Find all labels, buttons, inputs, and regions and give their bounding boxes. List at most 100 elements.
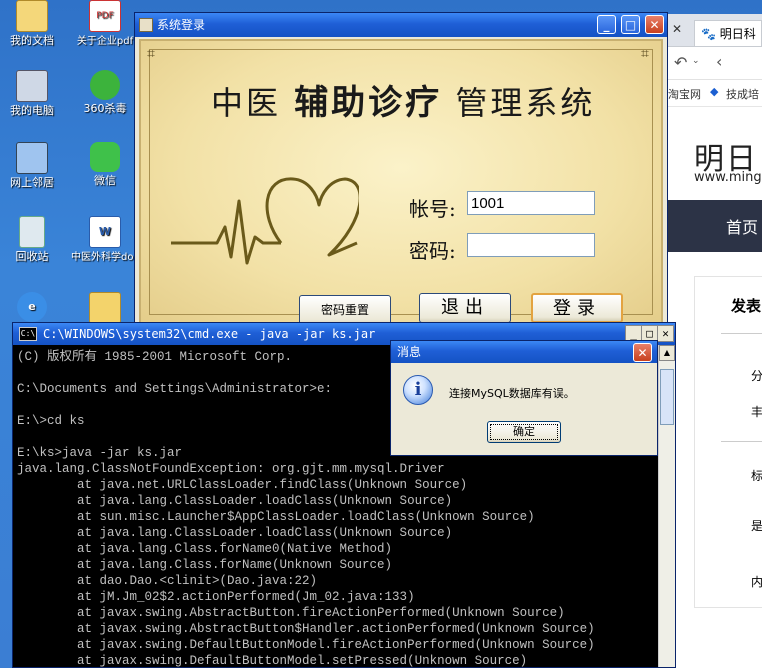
my-documents-icon [16, 0, 48, 32]
console-line: at sun.misc.Launcher$AppClassLoader.load… [17, 510, 535, 524]
desktop-icon-doc[interactable]: W 中医外科学doc [70, 216, 140, 264]
divider [721, 333, 762, 334]
site-url: www.ming [694, 170, 762, 185]
scroll-thumb[interactable] [660, 369, 674, 425]
desktop-icon-label: 360杀毒 [83, 102, 127, 115]
console-line: at java.lang.ClassLoader.loadClass(Unkno… [17, 494, 453, 508]
heartbeat-heart-logo [171, 177, 359, 265]
cmd-close-button[interactable]: ✕ [657, 325, 674, 342]
desktop-icon-label: 微信 [94, 174, 116, 187]
folder-icon [89, 292, 121, 324]
cmd-scrollbar[interactable]: ▲ [658, 345, 675, 667]
desktop-icon-my-documents[interactable]: 我的文档 [0, 0, 67, 47]
browser-tab[interactable]: 🐾 明日科 [694, 20, 762, 46]
new-tab-icon[interactable]: ✕ [672, 22, 682, 36]
desktop-icon-360[interactable]: 360杀毒 [70, 70, 140, 115]
corner-ornament-icon: ⌗ [147, 46, 155, 62]
heading-part-3: 管理系统 [455, 84, 596, 122]
cmd-title: C:\WINDOWS\system32\cmd.exe - java -jar … [43, 327, 376, 341]
desktop-icon-ie[interactable]: e [0, 292, 67, 324]
password-label: 密码: [409, 239, 456, 263]
word-doc-icon: W [89, 216, 121, 248]
dialog-title: 消息 [397, 345, 422, 359]
password-input[interactable] [467, 233, 595, 257]
ie-icon: e [17, 292, 47, 322]
console-line: at jM.Jm_02$2.actionPerformed(Jm_02.java… [17, 590, 415, 604]
heading-part-2: 辅助诊疗 [294, 83, 443, 123]
heading-part-1: 中医 [211, 84, 282, 122]
console-line: at javax.swing.AbstractButton$Handler.ac… [17, 622, 595, 636]
desktop-icon-label: 回收站 [15, 250, 49, 263]
desktop-icon-recycle-bin[interactable]: 回收站 [0, 216, 67, 263]
desktop-icon-label: 中医外科学doc [71, 252, 139, 263]
recycle-bin-icon [19, 216, 45, 248]
console-line: java.lang.ClassNotFoundException: org.gj… [17, 462, 445, 476]
bookmark-taobao[interactable]: 淘宝网 [668, 86, 701, 102]
ok-button[interactable]: 确定 [487, 421, 561, 443]
network-icon [16, 142, 48, 174]
login-window: 系统登录 _ □ ✕ ⌗ ⌗ 中医 辅助诊疗 管理系统 帐号: 密码: 密码重置… [134, 12, 668, 330]
pdf-file-icon: PDF [89, 0, 121, 32]
browser-tabbar: ✕ 🐾 明日科 [666, 14, 762, 47]
console-line: at javax.swing.DefaultButtonModel.fireAc… [17, 638, 595, 652]
bookmark-jicheng[interactable]: 技成培 [726, 86, 759, 102]
account-label: 帐号: [409, 197, 456, 221]
desktop-icon-folder[interactable] [70, 292, 140, 326]
tab-favicon-icon: 🐾 [701, 27, 716, 41]
dropdown-icon[interactable]: ⌄ [692, 56, 700, 66]
system-heading: 中医 辅助诊疗 管理系统 [211, 75, 611, 124]
login-titlebar[interactable]: 系统登录 _ □ ✕ [135, 13, 667, 37]
corner-ornament-icon: ⌗ [641, 46, 649, 62]
exit-button[interactable]: 退出 [419, 293, 511, 323]
desktop-icon-label: 网上邻居 [10, 176, 54, 189]
desktop-icon-label: 关于企业pdf [76, 36, 134, 47]
console-line: at java.lang.Class.forName(Unknown Sourc… [17, 558, 393, 572]
account-input[interactable] [467, 191, 595, 215]
sidebar-item: 是 [751, 519, 762, 533]
antivirus-icon [90, 70, 120, 100]
tab-label: 明日科 [719, 27, 756, 41]
app-icon [139, 18, 153, 32]
site-header: 明日 www.ming [666, 122, 762, 202]
message-dialog: 消息 ✕ i 连接MySQL数据库有误。 确定 [390, 340, 658, 456]
desktop-icon-pdf[interactable]: PDF 关于企业pdf [70, 0, 140, 48]
desktop-icon-my-computer[interactable]: 我的电脑 [0, 70, 67, 117]
site-sidebar: 发表 分 丰 标 是 内 [694, 276, 762, 608]
login-panel: ⌗ ⌗ 中医 辅助诊疗 管理系统 帐号: 密码: 密码重置 退出 登录 [139, 39, 663, 325]
dialog-titlebar[interactable]: 消息 ✕ [391, 341, 657, 363]
desktop-icon-label: 我的电脑 [10, 104, 54, 117]
window-title: 系统登录 [157, 18, 206, 32]
desktop-icon-wechat[interactable]: 微信 [70, 142, 140, 187]
console-line: at javax.swing.DefaultButtonModel.setPre… [17, 654, 528, 667]
scroll-up-icon[interactable]: ▲ [659, 345, 675, 361]
browser-window: ✕ 🐾 明日科 ↶ ⌄ ‹ 淘宝网 ◆ 技成培 明日 www.ming 首页 发… [666, 14, 762, 668]
maximize-button[interactable]: □ [621, 15, 640, 34]
login-button[interactable]: 登录 [531, 293, 623, 323]
undo-icon[interactable]: ↶ [674, 53, 687, 72]
minimize-button[interactable]: _ [597, 15, 616, 34]
site-nav: 首页 [666, 200, 762, 252]
sidebar-item: 标 [751, 469, 762, 483]
console-line: at javax.swing.AbstractButton.fireAction… [17, 606, 565, 620]
nav-home[interactable]: 首页 [726, 214, 758, 238]
close-button[interactable]: ✕ [645, 15, 664, 34]
bookmark-icon: ◆ [710, 85, 719, 98]
browser-toolbar: ↶ ⌄ ‹ [666, 47, 762, 80]
console-line: at dao.Dao.<clinit>(Dao.java:22) [17, 574, 318, 588]
console-line: at java.lang.ClassLoader.loadClass(Unkno… [17, 526, 453, 540]
sidebar-item: 内 [751, 575, 762, 589]
my-computer-icon [16, 70, 48, 102]
desktop-icon-network[interactable]: 网上邻居 [0, 142, 67, 189]
sidebar-item: 丰 [751, 405, 762, 419]
cmd-icon: C:\ [19, 327, 37, 341]
back-icon[interactable]: ‹ [716, 52, 722, 71]
reset-password-button[interactable]: 密码重置 [299, 295, 391, 325]
sidebar-item: 分 [751, 369, 762, 383]
wechat-icon [90, 142, 120, 172]
dialog-close-button[interactable]: ✕ [633, 343, 652, 362]
console-line: at java.net.URLClassLoader.findClass(Unk… [17, 478, 468, 492]
desktop-icon-label: 我的文档 [10, 34, 54, 47]
dialog-message: 连接MySQL数据库有误。 [449, 387, 575, 400]
console-line: at java.lang.Class.forName0(Native Metho… [17, 542, 393, 556]
info-icon: i [403, 375, 433, 405]
